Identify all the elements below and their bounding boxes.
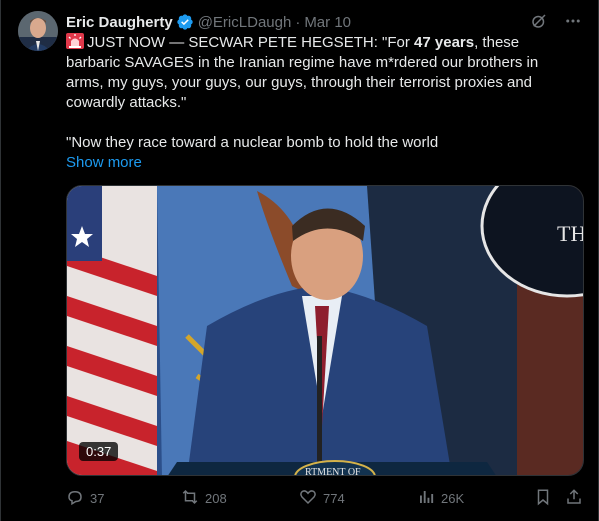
avatar[interactable] [18, 11, 58, 51]
author-name[interactable]: Eric Daugherty [66, 14, 173, 31]
post-paragraph-2: "Now they race toward a nuclear bomb to … [66, 134, 439, 151]
seal-text: RTMENT OF [305, 467, 361, 476]
share-icon [565, 488, 583, 509]
video-duration: 0:37 [79, 442, 119, 461]
share-button[interactable] [565, 488, 583, 509]
repost-count: 208 [205, 491, 227, 506]
like-count: 774 [323, 491, 345, 506]
analytics-icon [417, 488, 435, 509]
post-paragraph-1: JUST NOW — SECWAR PETE HEGSETH: "For 47 … [66, 33, 576, 113]
heart-icon [299, 488, 317, 509]
reply-icon [66, 488, 84, 509]
post-text: JUST NOW — SECWAR PETE HEGSETH: "For 47 … [66, 33, 576, 173]
reply-button[interactable]: 37 [66, 488, 104, 509]
repost-icon [181, 488, 199, 509]
view-count: 26K [441, 491, 465, 506]
post-header: Eric Daugherty @EricLDaugh · Mar 10 [66, 12, 351, 32]
reply-count: 37 [90, 491, 105, 506]
post-date[interactable]: Mar 10 [304, 14, 351, 31]
author-handle[interactable]: @EricLDaugh [198, 14, 292, 31]
repost-button[interactable]: 208 [181, 488, 227, 509]
post-text-bold: 47 years [414, 34, 475, 51]
show-more-link[interactable]: Show more [66, 154, 142, 171]
views-button[interactable]: 26K [417, 488, 464, 509]
more-options-icon[interactable] [562, 10, 584, 32]
video-thumbnail: TH RTMENT OF [67, 186, 584, 476]
post-text-part: JUST NOW — SECWAR PETE HEGSETH: "For [87, 34, 415, 51]
video-player[interactable]: TH RTMENT OF 0:37 [66, 185, 584, 476]
top-actions [528, 10, 584, 32]
like-button[interactable]: 774 [299, 488, 345, 509]
bookmark-button[interactable] [534, 488, 552, 509]
action-bar: 37 208 774 26K [66, 488, 586, 510]
tweet-card[interactable]: Eric Daugherty @EricLDaugh · Mar 10 JUST… [0, 0, 599, 521]
rotating-light-icon [66, 33, 87, 51]
bookmark-icon [534, 488, 552, 509]
grok-icon[interactable] [528, 10, 550, 32]
verified-badge-icon[interactable] [176, 13, 194, 31]
sign-text: TH [557, 221, 584, 246]
separator-dot: · [295, 13, 301, 31]
